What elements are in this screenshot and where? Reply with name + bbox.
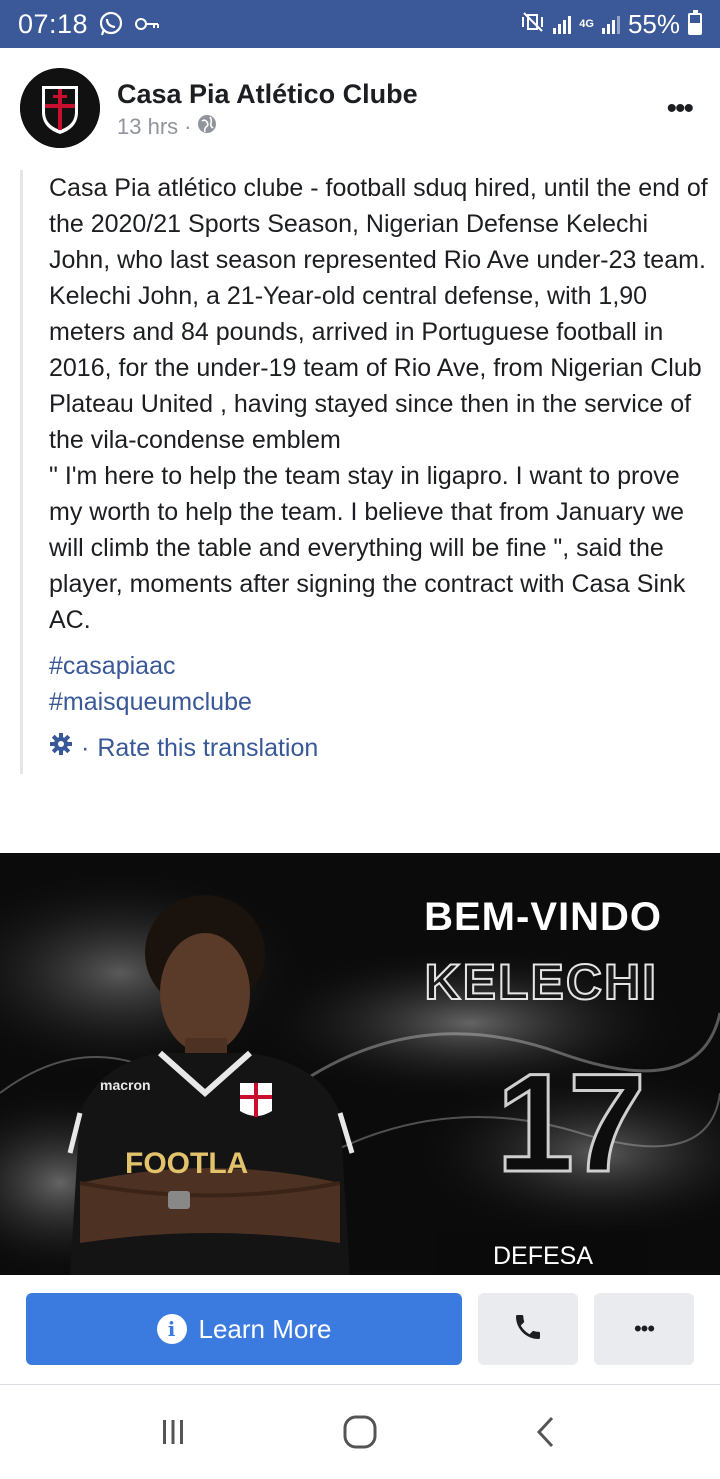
status-time: 07:18: [18, 8, 89, 39]
action-bar: i Learn More •••: [0, 1275, 720, 1385]
recent-apps-button[interactable]: [143, 1407, 203, 1457]
avatar[interactable]: [20, 68, 100, 148]
battery-icon: [688, 10, 702, 35]
gear-icon[interactable]: [49, 730, 73, 766]
signal-icon: [553, 14, 572, 34]
post-body: Casa Pia atlético clube - football sduq …: [20, 170, 710, 774]
hashtag-link[interactable]: #maisqueumclube: [49, 684, 710, 720]
mute-vibrate-icon: [521, 9, 545, 40]
home-icon: [343, 1415, 377, 1449]
learn-more-button[interactable]: i Learn More: [26, 1293, 462, 1365]
status-bar: 07:18 4G 55%: [0, 0, 720, 48]
translation-separator: ·: [81, 734, 90, 762]
post-options-button[interactable]: •••: [666, 92, 693, 126]
battery-level: 55%: [627, 8, 680, 39]
meta-separator: ·: [184, 114, 192, 139]
phone-icon: [512, 1311, 544, 1348]
shirt-sponsor: macron: [100, 1077, 151, 1093]
banner-position: DEFESA: [438, 1231, 648, 1275]
call-button[interactable]: [478, 1293, 578, 1365]
banner-headline: BEM-VINDO: [424, 895, 662, 939]
post-text: Casa Pia atlético clube - football sduq …: [49, 174, 708, 634]
post-image[interactable]: macron FOOTLA BEM-VINDO KELECHI 17 DEFES…: [0, 853, 720, 1275]
post-time[interactable]: 13 hrs: [117, 114, 178, 140]
post-meta: 13 hrs ·: [117, 114, 217, 140]
hashtag-link[interactable]: #casapiaac: [49, 648, 710, 684]
hashtags: #casapiaac #maisqueumclube: [49, 648, 710, 720]
network-type: 4G: [579, 18, 594, 30]
player-photo: macron FOOTLA: [67, 895, 355, 1275]
page-name[interactable]: Casa Pia Atlético Clube: [117, 79, 418, 110]
whatsapp-icon: [98, 11, 124, 37]
more-actions-button[interactable]: •••: [594, 1293, 694, 1365]
back-button[interactable]: [517, 1407, 577, 1457]
info-icon: i: [156, 1314, 187, 1344]
rate-translation-link[interactable]: Rate this translation: [97, 730, 318, 766]
signal-icon-2: [601, 14, 620, 34]
system-nav-bar: [0, 1385, 720, 1479]
recents-icon: [163, 1420, 184, 1444]
key-icon: [134, 14, 160, 34]
post-header: Casa Pia Atlético Clube 13 hrs · •••: [0, 48, 720, 160]
home-button[interactable]: [330, 1407, 390, 1457]
back-icon: [536, 1416, 553, 1448]
learn-more-label: Learn More: [198, 1313, 332, 1344]
banner-player-name: KELECHI: [424, 953, 658, 1011]
globe-icon: [197, 114, 217, 140]
banner-number: 17: [495, 1044, 648, 1201]
shirt-text: FOOTLA: [125, 1147, 248, 1180]
translation-row: · Rate this translation: [49, 730, 710, 774]
